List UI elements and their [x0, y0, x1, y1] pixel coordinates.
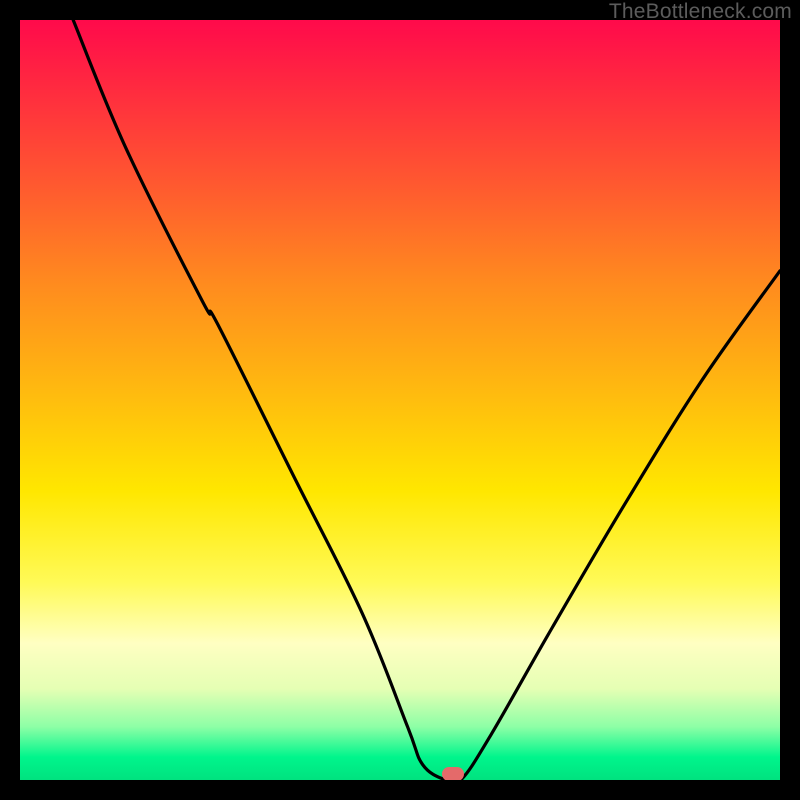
watermark-text: TheBottleneck.com — [609, 0, 792, 24]
bottleneck-curve — [20, 20, 780, 780]
optimal-marker — [442, 767, 464, 780]
plot-area — [20, 20, 780, 780]
